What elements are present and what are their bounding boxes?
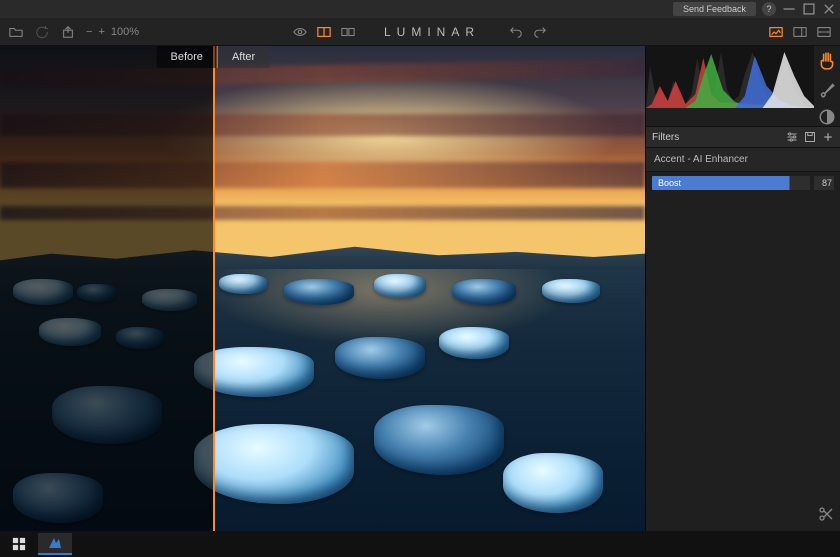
undo-icon[interactable]	[508, 24, 524, 40]
compare-labels: Before After	[157, 46, 270, 68]
filters-settings-icon[interactable]	[786, 131, 798, 143]
presets-panel-icon[interactable]	[768, 24, 784, 40]
zoom-out-button[interactable]: −	[86, 26, 92, 38]
boost-slider-label: Boost	[658, 176, 681, 190]
side-panel-icon[interactable]	[792, 24, 808, 40]
crop-tool-icon[interactable]	[818, 506, 834, 525]
layers-panel-icon[interactable]	[816, 24, 832, 40]
maximize-button[interactable]	[802, 2, 816, 16]
compare-divider[interactable]	[213, 46, 215, 531]
zoom-value: 100%	[111, 26, 139, 38]
brush-tool-icon[interactable]	[818, 80, 836, 98]
revert-icon[interactable]	[34, 24, 50, 40]
filters-header-label: Filters	[652, 132, 679, 143]
gradient-tool-icon[interactable]	[818, 108, 836, 126]
luminar-taskbar-icon[interactable]	[38, 533, 72, 555]
export-icon[interactable]	[60, 24, 76, 40]
close-button[interactable]	[822, 2, 836, 16]
compare-split-icon[interactable]	[316, 24, 332, 40]
minimize-button[interactable]	[782, 2, 796, 16]
send-feedback-button[interactable]: Send Feedback	[673, 2, 756, 16]
filter-name-label[interactable]: Accent - AI Enhancer	[646, 148, 840, 172]
app-title: LUMINAR	[384, 25, 480, 39]
before-label: Before	[157, 46, 217, 68]
hand-tool-icon[interactable]	[818, 52, 836, 70]
histogram[interactable]	[646, 46, 814, 108]
open-folder-icon[interactable]	[8, 24, 24, 40]
after-label: After	[217, 46, 269, 68]
zoom-in-button[interactable]: +	[98, 26, 104, 38]
eye-preview-icon[interactable]	[292, 24, 308, 40]
boost-slider-value[interactable]: 87	[814, 176, 834, 190]
redo-icon[interactable]	[532, 24, 548, 40]
help-button[interactable]: ?	[762, 2, 776, 16]
filters-save-icon[interactable]	[804, 131, 816, 143]
image-canvas[interactable]: Before After	[0, 46, 645, 531]
boost-slider[interactable]: Boost	[652, 176, 810, 190]
add-filter-icon[interactable]	[822, 131, 834, 143]
windows-start-button[interactable]	[2, 533, 36, 555]
compare-side-icon[interactable]	[340, 24, 356, 40]
